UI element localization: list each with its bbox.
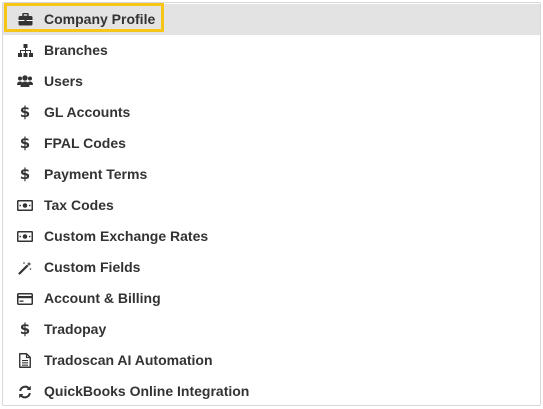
menu-item-fpal-codes[interactable]: $ FPAL Codes xyxy=(3,128,540,159)
dollar-icon: $ xyxy=(19,320,31,338)
menu-item-label: Tradopay xyxy=(44,321,107,337)
dollar-icon: $ xyxy=(19,103,31,121)
menu-item-label: Payment Terms xyxy=(44,166,148,182)
menu-item-label: Custom Exchange Rates xyxy=(44,228,209,244)
menu-item-label: Custom Fields xyxy=(44,259,141,275)
menu-item-tradopay[interactable]: $ Tradopay xyxy=(3,314,540,345)
menu-item-label: Tax Codes xyxy=(44,197,114,213)
magic-wand-icon xyxy=(17,252,33,283)
menu-item-label: Account & Billing xyxy=(44,290,161,306)
money-bill-icon xyxy=(17,190,33,221)
menu-item-branches[interactable]: Branches xyxy=(3,35,540,66)
menu-item-label: Company Profile xyxy=(44,11,156,27)
menu-item-label: Branches xyxy=(44,42,108,58)
menu-item-tradoscan-ai-automation[interactable]: Tradoscan AI Automation xyxy=(3,345,540,376)
credit-card-icon xyxy=(17,283,33,314)
menu-item-users[interactable]: Users xyxy=(3,66,540,97)
settings-menu: Company Profile Branches Users $ GL Acco… xyxy=(2,2,541,406)
money-bill-icon xyxy=(17,221,33,252)
menu-item-label: QuickBooks Online Integration xyxy=(44,383,250,399)
sitemap-icon xyxy=(17,35,33,66)
menu-item-label: Tradoscan AI Automation xyxy=(44,352,213,368)
document-icon xyxy=(17,345,33,376)
menu-item-payment-terms[interactable]: $ Payment Terms xyxy=(3,159,540,190)
users-icon xyxy=(17,66,33,97)
menu-item-label: FPAL Codes xyxy=(44,135,126,151)
dollar-icon: $ xyxy=(19,134,31,152)
menu-item-company-profile[interactable]: Company Profile xyxy=(3,4,540,35)
briefcase-icon xyxy=(17,4,33,35)
menu-item-gl-accounts[interactable]: $ GL Accounts xyxy=(3,97,540,128)
menu-item-tax-codes[interactable]: Tax Codes xyxy=(3,190,540,221)
menu-item-label: GL Accounts xyxy=(44,104,131,120)
menu-item-quickbooks-online-integration[interactable]: QuickBooks Online Integration xyxy=(3,376,540,407)
dollar-icon: $ xyxy=(19,165,31,183)
menu-item-account-billing[interactable]: Account & Billing xyxy=(3,283,540,314)
menu-item-label: Users xyxy=(44,73,83,89)
menu-item-custom-exchange-rates[interactable]: Custom Exchange Rates xyxy=(3,221,540,252)
menu-item-custom-fields[interactable]: Custom Fields xyxy=(3,252,540,283)
sync-icon xyxy=(17,376,33,407)
